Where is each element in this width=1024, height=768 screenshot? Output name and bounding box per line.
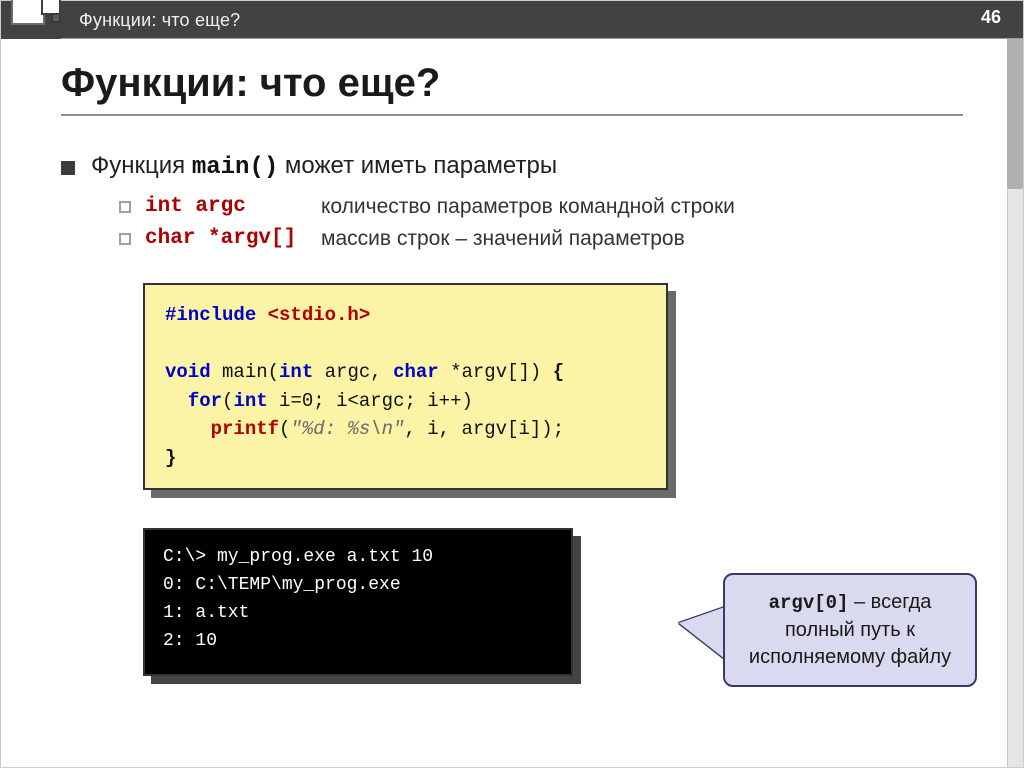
bullet-main: Функция main() может иметь параметры [61,152,963,181]
code-block: #include <stdio.h> void main(int argc, c… [143,283,668,490]
main-func-mono: main() [192,154,278,181]
header-decoration-icon [1,0,57,37]
page-number: 46 [981,7,1001,28]
term-line-4: 2: 10 [163,631,217,651]
include-header: <stdio.h> [256,304,370,326]
sub-bullet-argc: int argc количество параметров командной… [119,195,963,219]
argv-desc: массив строк – значений параметров [321,227,685,251]
header-title: Функции: что еще? [79,10,240,31]
format-string: "%d: %s\n" [290,418,404,440]
term-line-3: 1: a.txt [163,603,249,623]
terminal-content: C:\> my_prog.exe a.txt 10 0: C:\TEMP\my_… [143,528,573,676]
brace-open: { [553,361,564,383]
scrollbar-thumb[interactable] [1007,19,1023,189]
bullet-text-prefix: Функция [91,152,192,179]
kw-char: char [393,361,439,383]
brace-close: } [165,447,176,469]
kw-for: for [188,390,222,412]
slide-header: Функции: что еще? 46 [1,1,1023,39]
argc-desc: количество параметров командной строки [321,195,735,219]
kw-void: void [165,361,211,383]
callout-pointer-icon [679,607,725,659]
kw-int: int [279,361,313,383]
callout-content: argv[0] – всегда полный путь к исполняем… [723,573,977,687]
bullet-text-suffix: может иметь параметры [278,152,557,179]
title-divider [61,114,963,116]
kw-printf: printf [211,418,279,440]
kw-int: int [233,390,267,412]
argv0-mono: argv[0] [769,592,849,614]
code-text: *argv[]) [439,361,553,383]
code-text: i=0; i<argc; i++) [268,390,473,412]
argc-kw: int argc [145,195,321,218]
scrollbar-track[interactable] [1007,1,1023,767]
sub-bullet-argv: char *argv[] массив строк – значений пар… [119,227,963,251]
kw-include: #include [165,304,256,326]
term-line-1: C:\> my_prog.exe a.txt 10 [163,547,433,567]
bullet-icon [61,161,75,175]
slide: Функции: что еще? 46 Функции: что еще? Ф… [0,0,1024,768]
sub-bullet-list: int argc количество параметров командной… [119,195,963,251]
argv-kw: char *argv[] [145,227,321,250]
code-text: argc, [313,361,393,383]
page-title: Функции: что еще? [61,61,963,106]
code-text: , i, argv[i]); [404,418,564,440]
term-line-2: 0: C:\TEMP\my_prog.exe [163,575,401,595]
code-block-content: #include <stdio.h> void main(int argc, c… [143,283,668,490]
terminal-output: C:\> my_prog.exe a.txt 10 0: C:\TEMP\my_… [143,528,573,676]
code-text: main( [211,361,279,383]
hollow-bullet-icon [119,233,131,245]
callout-bubble: argv[0] – всегда полный путь к исполняем… [723,573,977,687]
hollow-bullet-icon [119,201,131,213]
